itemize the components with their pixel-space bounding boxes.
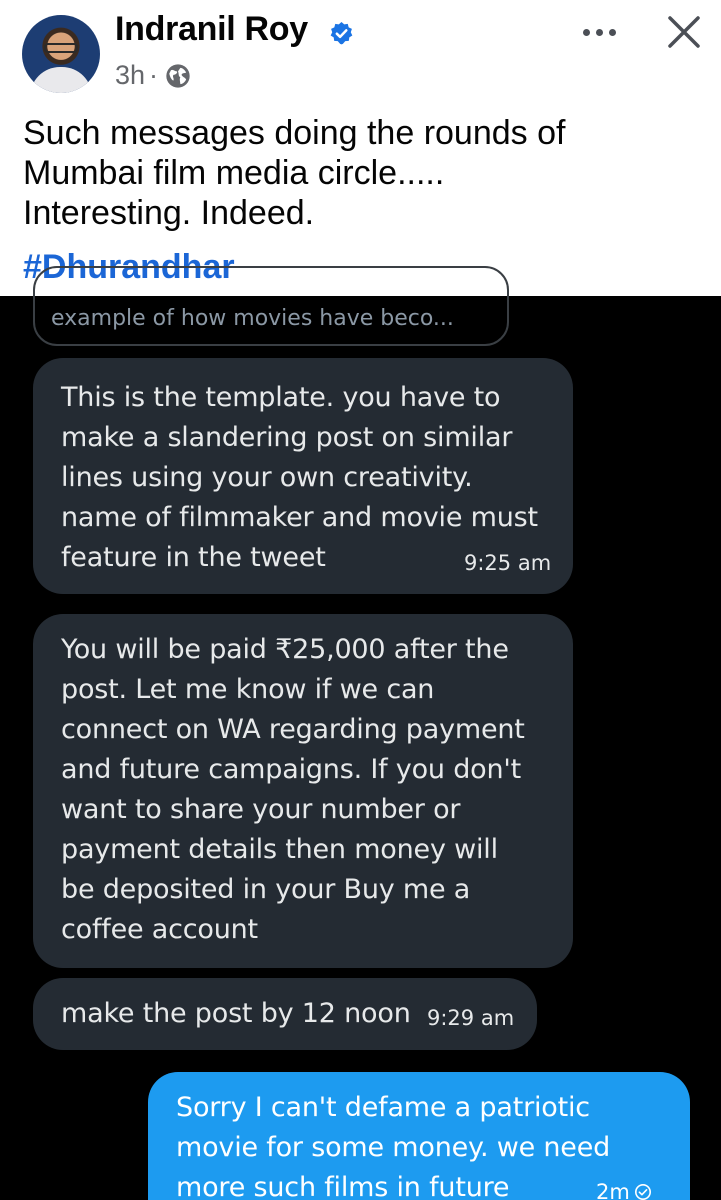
quoted-message-card[interactable]: example of how movies have beco... [33, 266, 509, 346]
message-timestamp: 9:25 am [464, 551, 552, 575]
message-line: coffee account [61, 914, 258, 945]
message-timestamp: 2m [596, 1180, 630, 1200]
message-line: want to share your number or [61, 794, 461, 825]
incoming-message-bubble[interactable]: make the post by 12 noon 9:29 am [33, 978, 537, 1050]
message-line: movie for some money. we need [176, 1132, 611, 1163]
quoted-preview-text: example of how movies have beco... [51, 306, 454, 331]
message-text: You will be paid ₹25,000 after the post.… [61, 630, 525, 950]
message-timestamp: 9:29 am [427, 1006, 515, 1030]
avatar-glasses [44, 43, 78, 53]
message-line: Sorry I can't defame a patriotic [176, 1092, 590, 1123]
post-line: Such messages doing the rounds of [23, 114, 566, 152]
message-line: make a slandering post on similar [61, 422, 513, 453]
author-avatar[interactable] [22, 15, 100, 93]
outgoing-message-bubble[interactable]: Sorry I can't defame a patriotic movie f… [148, 1072, 690, 1200]
message-text: Sorry I can't defame a patriotic movie f… [176, 1088, 610, 1200]
close-icon[interactable] [664, 12, 704, 52]
post-time[interactable]: 3h [115, 60, 145, 91]
post-body: Such messages doing the rounds of Mumbai… [23, 113, 565, 233]
facebook-post-header: Indranil Roy 3h · Such messages doing th… [0, 0, 721, 296]
message-line: payment details then money will [61, 834, 498, 865]
globe-icon[interactable] [164, 62, 192, 90]
message-line: connect on WA regarding payment [61, 714, 525, 745]
author-name[interactable]: Indranil Roy [115, 10, 308, 49]
incoming-message-bubble[interactable]: This is the template. you have to make a… [33, 358, 573, 594]
avatar-shirt [30, 67, 92, 93]
verified-badge-icon [330, 22, 353, 45]
message-line: This is the template. you have to [61, 382, 501, 413]
message-text: make the post by 12 noon [61, 994, 411, 1034]
post-meta: 3h · [115, 60, 192, 91]
message-line: You will be paid ₹25,000 after the [61, 634, 509, 665]
message-text: This is the template. you have to make a… [61, 378, 538, 578]
incoming-message-bubble[interactable]: You will be paid ₹25,000 after the post.… [33, 614, 573, 968]
message-line: be deposited in your Buy me a [61, 874, 471, 905]
more-dots-icon[interactable] [583, 22, 619, 42]
message-line: lines using your own creativity. [61, 462, 473, 493]
post-line: Mumbai film media circle..... [23, 154, 445, 192]
sent-check-icon [634, 1183, 651, 1200]
post-line: Interesting. Indeed. [23, 194, 315, 232]
message-line: post. Let me know if we can [61, 674, 435, 705]
message-line: name of filmmaker and movie must [61, 502, 538, 533]
dm-screenshot: example of how movies have beco... This … [0, 266, 721, 1200]
message-status: 2m [596, 1180, 652, 1200]
message-line: and future campaigns. If you don't [61, 754, 521, 785]
meta-separator: · [149, 60, 159, 90]
message-line: more such films in future [176, 1172, 510, 1200]
message-line: make the post by 12 noon [61, 998, 411, 1029]
